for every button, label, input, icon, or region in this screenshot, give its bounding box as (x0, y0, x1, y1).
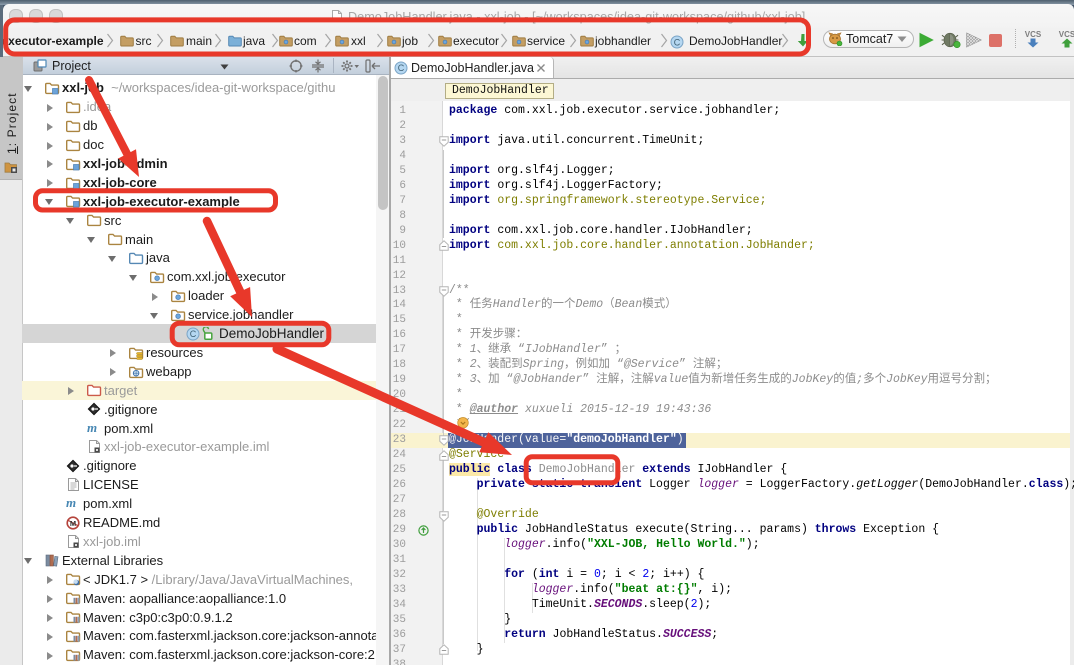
svg-text:C: C (190, 329, 197, 339)
svg-text:M: M (70, 518, 76, 527)
svg-text:C: C (674, 38, 681, 48)
svg-text:1: 1 (808, 43, 811, 48)
svg-text:C: C (398, 63, 405, 73)
